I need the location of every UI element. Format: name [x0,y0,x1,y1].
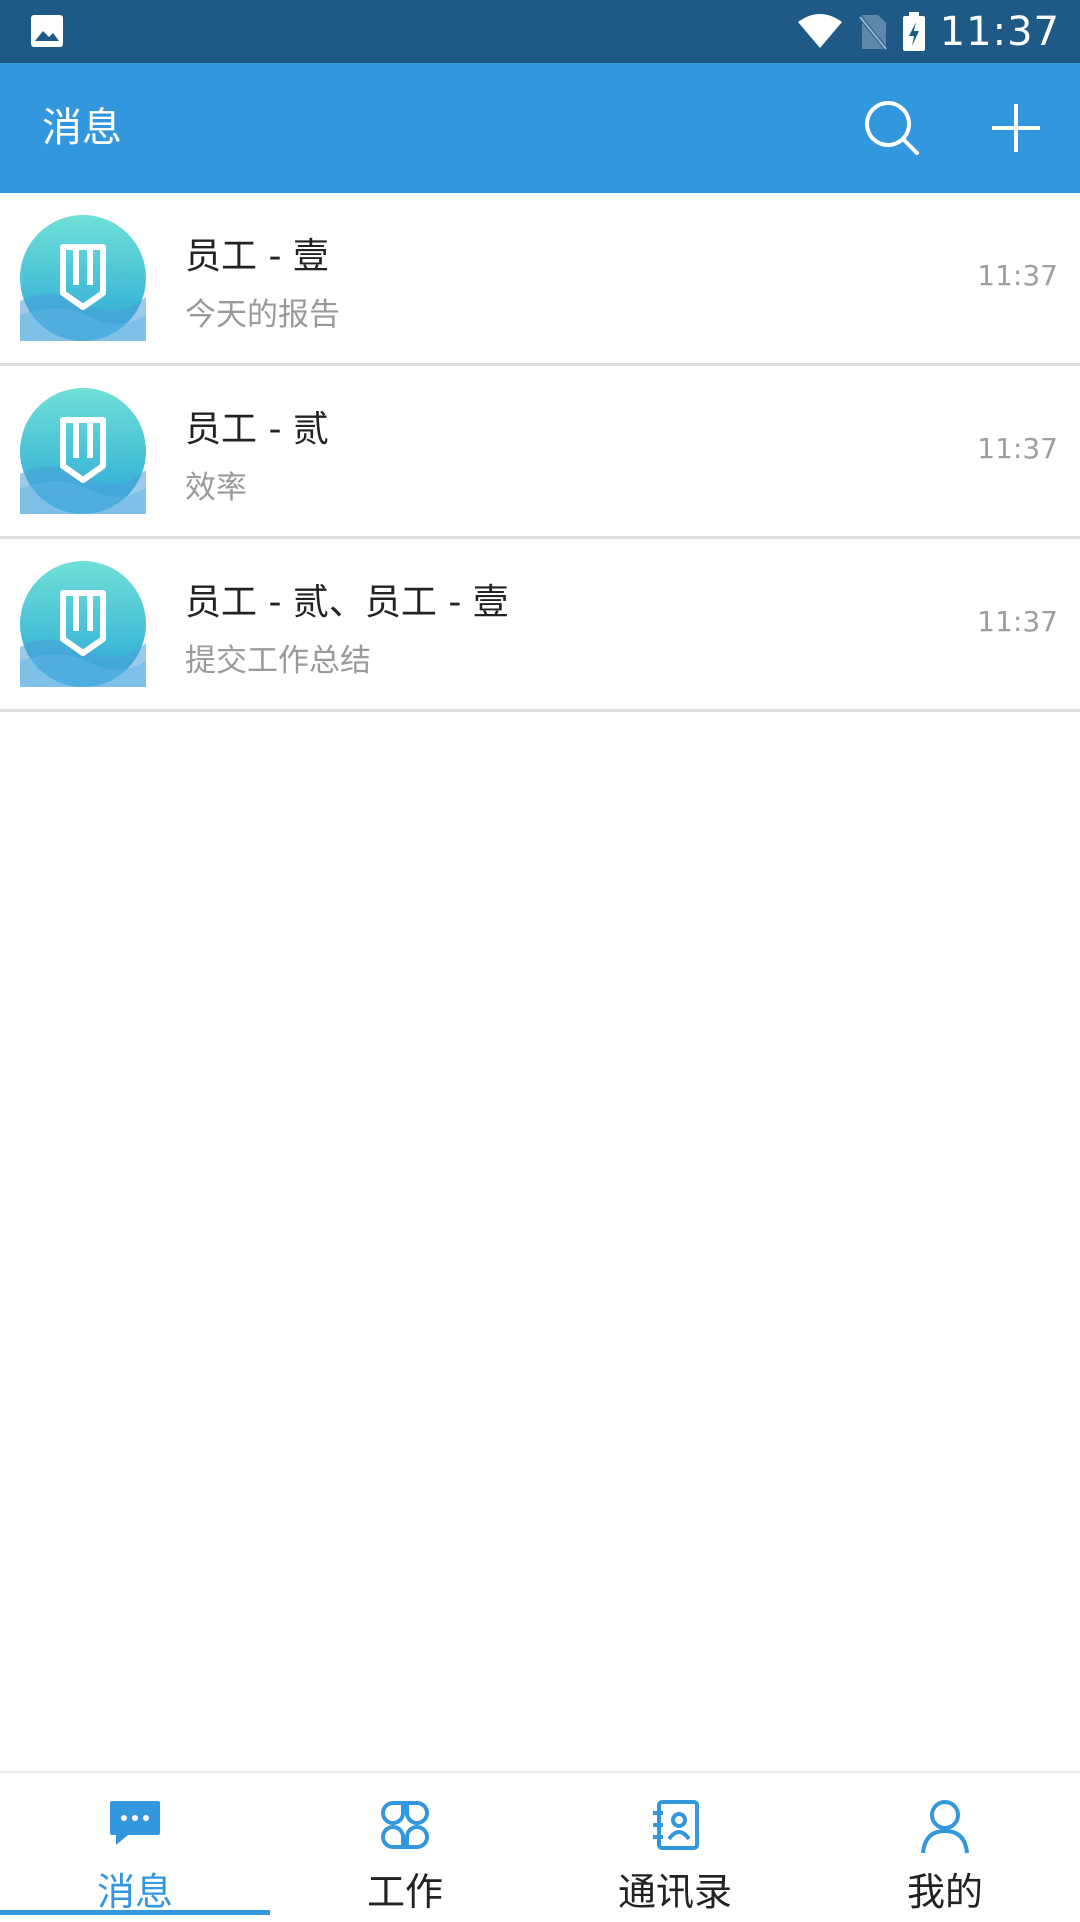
conversation-name: 员工 - 贰 [185,409,329,450]
conversation-snippet: 效率 [185,470,247,506]
add-button[interactable] [986,98,1046,158]
conversation-snippet: 提交工作总结 [185,643,371,679]
status-bar: 11:37 [0,0,1080,63]
person-icon [921,1800,969,1854]
conversation-list: 员工 - 壹 今天的报告 11:37 员工 - 贰 效率 11:37 员工 - … [0,193,1080,712]
search-button[interactable] [862,98,922,158]
avatar [20,388,146,514]
tab-work[interactable]: 工作 [270,1773,540,1922]
tab-me[interactable]: 我的 [810,1773,1080,1922]
bottom-nav: 消息 工作 通讯录 我的 [0,1771,1080,1922]
conversation-item[interactable]: 员工 - 壹 今天的报告 11:37 [0,193,1080,366]
conversation-name: 员工 - 壹 [185,236,329,277]
status-time: 11:37 [939,8,1060,55]
conversation-time: 11:37 [977,605,1058,638]
tab-label: 工作 [366,1870,443,1914]
wifi-icon [796,13,844,50]
apps-grid-icon [381,1801,429,1849]
conversation-snippet: 今天的报告 [185,297,340,333]
conversation-item[interactable]: 员工 - 贰、员工 - 壹 提交工作总结 11:37 [0,539,1080,712]
avatar [20,215,146,341]
app-toolbar: 消息 [0,63,1080,193]
tab-contacts[interactable]: 通讯录 [540,1773,810,1922]
conversation-name: 员工 - 贰、员工 - 壹 [185,582,509,623]
tab-label: 通讯录 [617,1870,732,1914]
gallery-icon [30,14,64,52]
tab-label: 我的 [906,1870,983,1914]
conversation-time: 11:37 [977,432,1058,465]
no-sim-icon [858,13,888,51]
chat-bubble-icon [110,1801,160,1845]
active-tab-indicator [0,1910,270,1915]
contacts-book-icon [653,1800,699,1850]
conversation-time: 11:37 [977,259,1058,292]
avatar [20,561,146,687]
add-icon [992,104,1040,152]
tab-messages[interactable]: 消息 [0,1773,270,1922]
search-icon [865,101,919,155]
tab-label: 消息 [96,1870,173,1914]
conversation-item[interactable]: 员工 - 贰 效率 11:37 [0,366,1080,539]
battery-charging-icon [902,11,926,52]
page-title: 消息 [42,105,122,151]
